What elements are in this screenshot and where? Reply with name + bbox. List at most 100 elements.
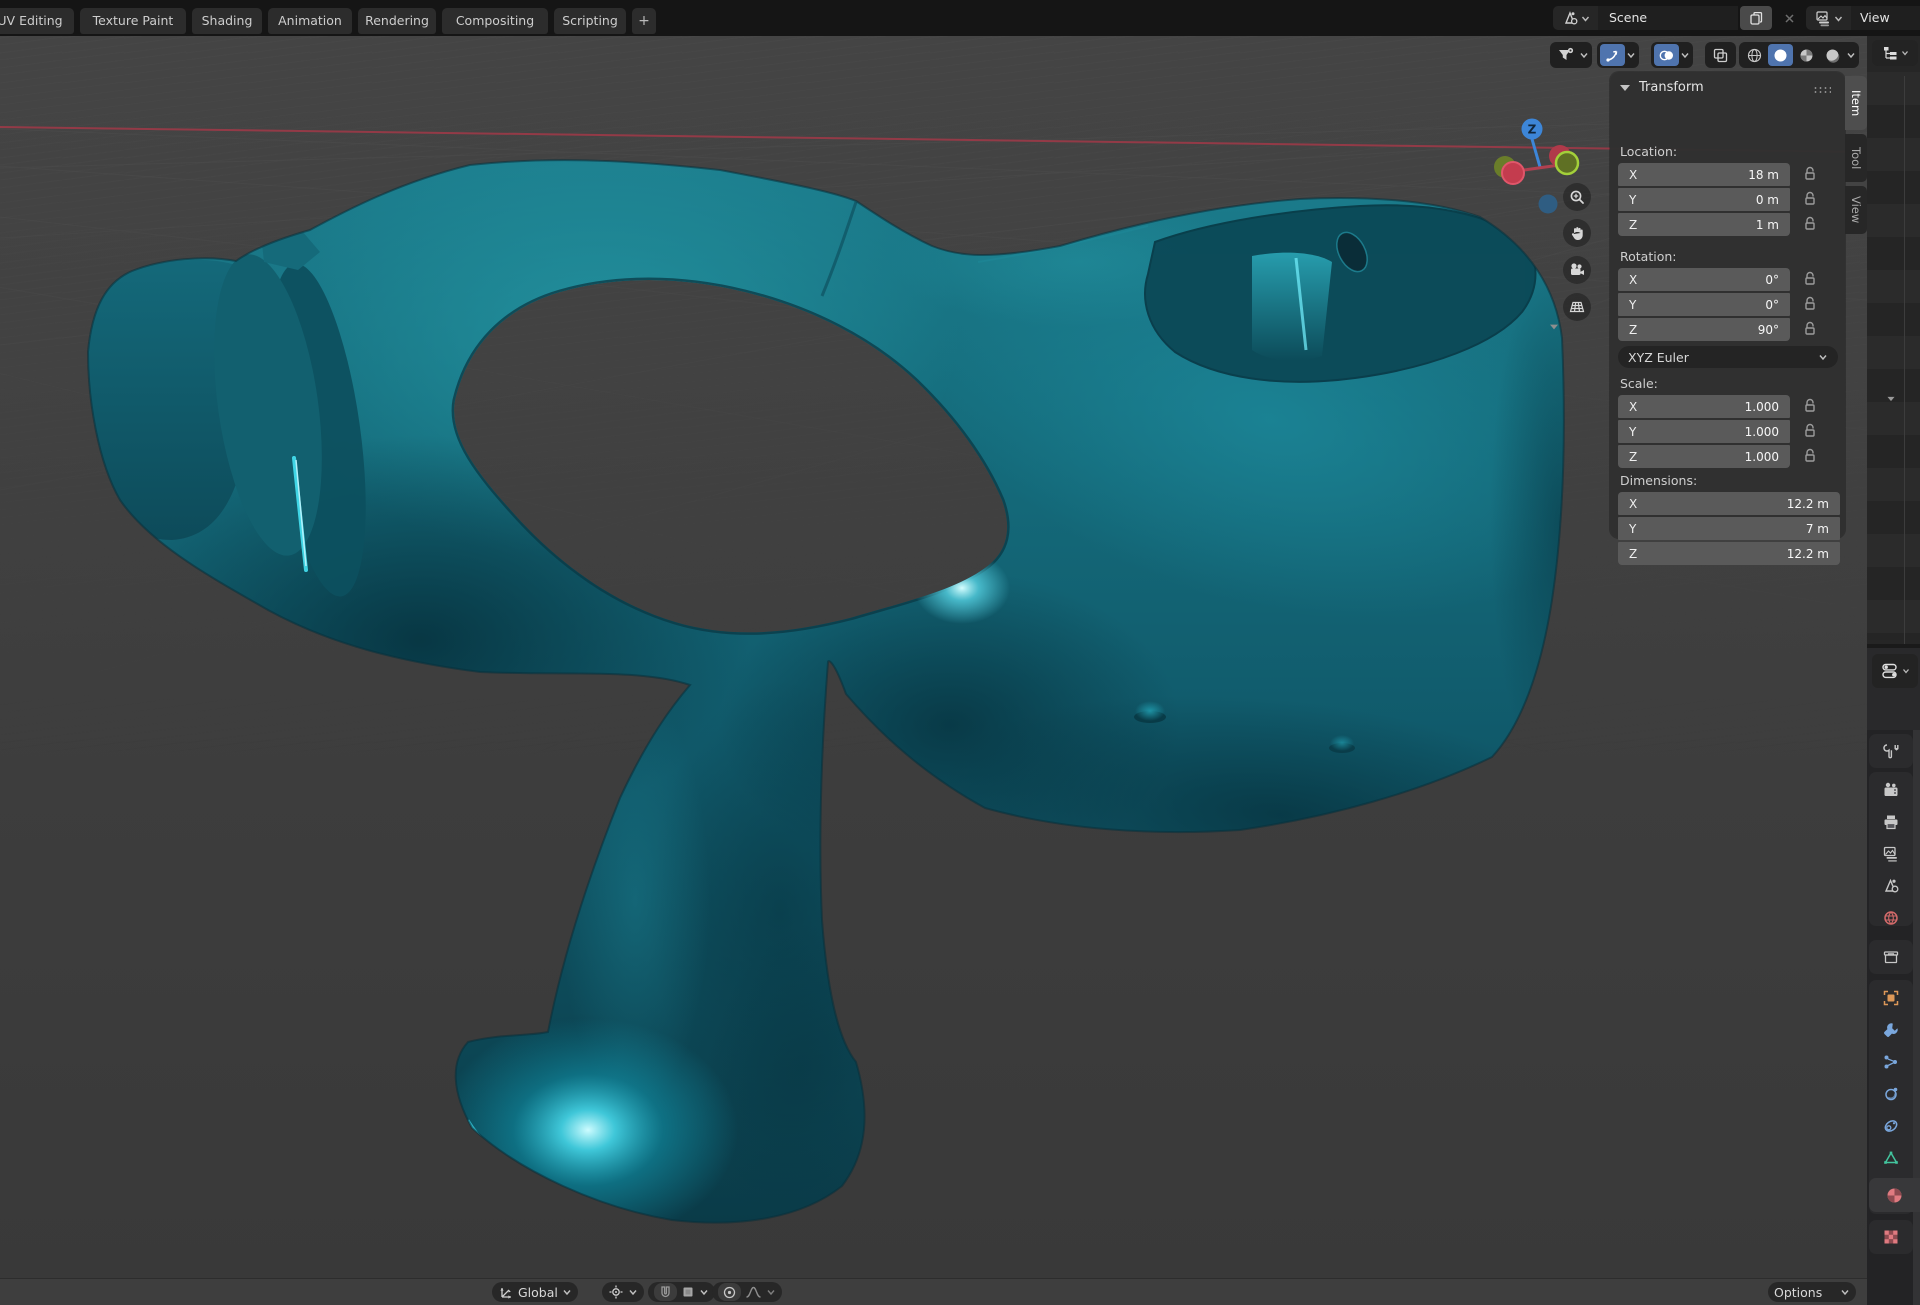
- viewport-3d[interactable]: Z: [0, 36, 1867, 1278]
- rotation-mode-dropdown[interactable]: XYZ Euler: [1618, 346, 1838, 368]
- rotation-y-field[interactable]: Y0°: [1618, 293, 1790, 316]
- workspace-tab-uv-editing[interactable]: UV Editing: [0, 8, 74, 34]
- add-workspace-button[interactable]: +: [632, 8, 656, 34]
- chevron-down-icon[interactable]: [1579, 50, 1589, 60]
- proportional-editing-group[interactable]: [712, 1282, 782, 1302]
- camera-view-button[interactable]: [1563, 256, 1591, 284]
- orientation-dropdown[interactable]: Global: [492, 1282, 578, 1302]
- lock-icon[interactable]: [1803, 166, 1817, 181]
- properties-tab-output[interactable]: [1869, 806, 1913, 838]
- rendered-shading-icon[interactable]: [1820, 44, 1845, 66]
- properties-tab-view-layer[interactable]: [1869, 838, 1913, 870]
- scale-x-field[interactable]: X1.000: [1618, 395, 1790, 418]
- scene-type-button[interactable]: [1553, 6, 1598, 30]
- lock-icon[interactable]: [1803, 216, 1817, 231]
- sidebar-tab-item[interactable]: Item: [1845, 76, 1867, 130]
- visibility-filter-group[interactable]: [1550, 42, 1592, 68]
- properties-tab-texture[interactable]: [1869, 1221, 1913, 1253]
- zoom-button[interactable]: [1563, 183, 1591, 211]
- properties-tab-render[interactable]: [1869, 774, 1913, 806]
- chevron-down-icon[interactable]: [1680, 50, 1690, 60]
- proportional-editing-toggle[interactable]: [718, 1283, 741, 1301]
- wireframe-shading-icon[interactable]: [1742, 44, 1767, 66]
- properties-tab-constraints[interactable]: [1869, 1110, 1913, 1142]
- viewport-footer: Global Options: [0, 1278, 1867, 1305]
- filter-eye-icon[interactable]: [1553, 44, 1578, 66]
- properties-tab-collection[interactable]: [1869, 941, 1913, 973]
- location-x-field[interactable]: X18 m: [1618, 163, 1790, 186]
- rotation-x-field[interactable]: X0°: [1618, 268, 1790, 291]
- outliner-editor-type-button[interactable]: [1872, 40, 1918, 66]
- chevron-down-icon[interactable]: [699, 1287, 709, 1297]
- chevron-down-icon: [1840, 1287, 1850, 1297]
- navigation-gizmo[interactable]: Z: [1480, 106, 1620, 246]
- properties-tab-physics[interactable]: [1869, 1078, 1913, 1110]
- sidebar-collapse-arrow[interactable]: [1549, 324, 1559, 330]
- solid-shading-icon[interactable]: [1768, 44, 1793, 66]
- properties-tab-modifiers[interactable]: [1869, 1014, 1913, 1046]
- dimensions-z-field[interactable]: Z12.2 m: [1618, 542, 1840, 565]
- chevron-down-icon: [1818, 352, 1828, 362]
- delete-scene-button[interactable]: [1776, 6, 1802, 30]
- chevron-down-icon[interactable]: [766, 1287, 776, 1297]
- rotation-z-field[interactable]: Z90°: [1618, 318, 1790, 341]
- new-scene-button[interactable]: [1740, 6, 1772, 30]
- workspace-tab-shading[interactable]: Shading: [192, 8, 262, 34]
- outliner-disclosure-arrow[interactable]: [1886, 396, 1896, 402]
- outliner-rows[interactable]: [1867, 72, 1920, 640]
- gizmos-group[interactable]: [1597, 42, 1639, 68]
- properties-tab-world[interactable]: [1869, 902, 1913, 934]
- options-dropdown[interactable]: Options: [1768, 1282, 1856, 1302]
- hand-icon: [1569, 225, 1586, 242]
- overlays-toggle-icon[interactable]: [1654, 44, 1679, 66]
- workspace-tab-animation[interactable]: Animation: [268, 8, 352, 34]
- snap-target-icon[interactable]: [681, 1285, 695, 1299]
- location-z-field[interactable]: Z1 m: [1618, 213, 1790, 236]
- workspace-tab-scripting[interactable]: Scripting: [554, 8, 626, 34]
- snapping-group[interactable]: [648, 1282, 715, 1302]
- properties-tab-tool[interactable]: [1869, 735, 1913, 767]
- lock-icon[interactable]: [1803, 271, 1817, 286]
- properties-tab-material[interactable]: [1869, 1178, 1920, 1212]
- scene-name-field[interactable]: Scene: [1598, 6, 1738, 30]
- rotation-label: Rotation:: [1620, 249, 1677, 264]
- properties-tab-scene[interactable]: [1869, 870, 1913, 902]
- lock-icon[interactable]: [1803, 321, 1817, 336]
- perspective-toggle-button[interactable]: [1563, 293, 1591, 321]
- workspace-tab-texture-paint[interactable]: Texture Paint: [80, 8, 186, 34]
- scale-z-field[interactable]: Z1.000: [1618, 445, 1790, 468]
- sidebar-tab-tool[interactable]: Tool: [1845, 134, 1867, 182]
- chevron-down-icon[interactable]: [1846, 50, 1856, 60]
- properties-tab-particles[interactable]: [1869, 1046, 1913, 1078]
- lock-icon[interactable]: [1803, 448, 1817, 463]
- snap-magnet-toggle[interactable]: [654, 1283, 677, 1301]
- xray-toggle[interactable]: [1705, 42, 1736, 68]
- workspace-tab-rendering[interactable]: Rendering: [358, 8, 436, 34]
- lock-icon[interactable]: [1803, 423, 1817, 438]
- scale-y-field[interactable]: Y1.000: [1618, 420, 1790, 443]
- panel-collapse-icon[interactable]: [1620, 85, 1630, 91]
- xray-icon[interactable]: [1708, 44, 1733, 66]
- properties-tab-object[interactable]: [1869, 982, 1913, 1014]
- dimensions-x-field[interactable]: X12.2 m: [1618, 492, 1840, 515]
- view-layer-type-button[interactable]: [1806, 6, 1851, 30]
- lock-icon[interactable]: [1803, 296, 1817, 311]
- properties-tab-object-data[interactable]: [1869, 1142, 1913, 1174]
- dimensions-y-field[interactable]: Y7 m: [1618, 517, 1840, 540]
- chevron-down-icon[interactable]: [1626, 50, 1636, 60]
- panel-drag-handle[interactable]: [1813, 86, 1831, 93]
- overlays-group[interactable]: [1651, 42, 1693, 68]
- gizmo-toggle-icon[interactable]: [1600, 44, 1625, 66]
- falloff-curve-icon[interactable]: [745, 1285, 762, 1299]
- properties-editor-type-button[interactable]: [1872, 654, 1918, 688]
- location-y-field[interactable]: Y0 m: [1618, 188, 1790, 211]
- pivot-point-dropdown[interactable]: [602, 1282, 644, 1302]
- pan-button[interactable]: [1563, 219, 1591, 247]
- view-layer-name-field[interactable]: View Layer: [1851, 6, 1920, 30]
- lock-icon[interactable]: [1803, 398, 1817, 413]
- sidebar-tab-view[interactable]: View: [1845, 186, 1867, 234]
- lock-icon[interactable]: [1803, 191, 1817, 206]
- workspace-tab-compositing[interactable]: Compositing: [442, 8, 548, 34]
- material-preview-shading-icon[interactable]: [1794, 44, 1819, 66]
- shading-mode-group[interactable]: [1739, 42, 1859, 68]
